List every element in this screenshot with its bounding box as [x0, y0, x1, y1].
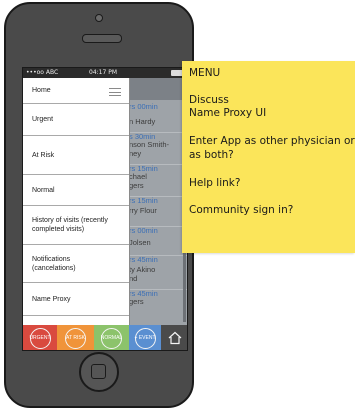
menu-item-history[interactable]: History of visits (recently completed vi…	[23, 206, 129, 245]
phone-screen: •••oo ABC 04:17 PM rs 00min n Hardy s 30…	[22, 67, 188, 351]
menu-item-urgent[interactable]: Urgent	[23, 104, 129, 136]
tab-add-event[interactable]: + EVENT	[129, 325, 161, 350]
note-line: Enter App as other physician or	[189, 135, 355, 147]
list-item[interactable]: Jolsen	[129, 238, 187, 248]
hamburger-menu-icon[interactable]	[109, 88, 121, 96]
list-item[interactable]: gers	[129, 181, 187, 191]
list-item[interactable]: ney	[129, 149, 187, 159]
tab-at-risk-label: AT RISK	[65, 327, 86, 349]
menu-item-at-risk[interactable]: At Risk	[23, 136, 129, 175]
list-item[interactable]: rs 15min	[129, 196, 187, 206]
home-button[interactable]	[79, 352, 119, 392]
list-item[interactable]: rs 00min	[129, 226, 187, 236]
home-button-square-icon	[91, 364, 106, 379]
menu-item-home[interactable]: Home	[23, 78, 129, 104]
menu-item-label: Notifications (cancelations)	[32, 255, 76, 272]
menu-item-label: Urgent	[32, 116, 54, 123]
tab-normal-label: NORMAL	[101, 327, 122, 349]
menu-item-notifications[interactable]: Notifications (cancelations)	[23, 245, 129, 283]
camera-icon	[95, 14, 103, 22]
tab-at-risk[interactable]: AT RISK	[57, 325, 94, 350]
list-item[interactable]: rs 45min	[129, 255, 187, 265]
sticky-note: MENU Discuss Name Proxy UI Enter App as …	[182, 61, 355, 253]
navigation-drawer: Home Urgent At Risk Normal History of vi…	[23, 78, 130, 325]
tab-home[interactable]	[161, 325, 187, 350]
bottom-tab-bar: URGENT AT RISK NORMAL + EVENT	[23, 325, 187, 350]
status-bar: •••oo ABC 04:17 PM	[23, 68, 187, 78]
tab-normal[interactable]: NORMAL	[94, 325, 129, 350]
menu-item-label: At Risk	[32, 151, 55, 159]
note-line: Name Proxy UI	[189, 107, 267, 119]
note-line: Community sign in?	[189, 204, 294, 216]
note-line: MENU	[189, 67, 221, 79]
note-line: as both?	[189, 149, 234, 161]
menu-item-name-proxy[interactable]: Name Proxy	[23, 283, 129, 316]
list-item[interactable]: rs 00min	[129, 102, 187, 112]
menu-item-normal[interactable]: Normal	[23, 175, 129, 206]
list-item[interactable]: n Hardy	[129, 117, 187, 127]
phone-frame: •••oo ABC 04:17 PM rs 00min n Hardy s 30…	[4, 2, 194, 408]
menu-item-label: Normal	[32, 186, 55, 194]
list-item[interactable]: ty Akino	[129, 265, 187, 275]
background-visit-list: rs 00min n Hardy s 30min nson Smith- ney…	[129, 100, 187, 325]
tab-urgent[interactable]: URGENT	[23, 325, 57, 350]
note-line: Discuss	[189, 94, 229, 106]
tab-add-event-label: + EVENT	[134, 327, 156, 349]
tab-urgent-label: URGENT	[29, 327, 51, 349]
menu-item-label: Home	[32, 87, 51, 94]
note-line: Help link?	[189, 177, 241, 189]
home-icon	[168, 331, 182, 345]
list-item[interactable]: nd	[129, 274, 187, 284]
speaker-grille	[82, 34, 122, 43]
menu-item-label: History of visits (recently completed vi…	[32, 217, 108, 233]
carrier-label: •••oo ABC	[26, 69, 59, 76]
menu-item-label: Name Proxy	[32, 295, 71, 303]
list-item[interactable]: gers	[129, 297, 187, 307]
status-time: 04:17 PM	[89, 69, 117, 76]
list-item[interactable]: rry Flour	[129, 206, 187, 216]
